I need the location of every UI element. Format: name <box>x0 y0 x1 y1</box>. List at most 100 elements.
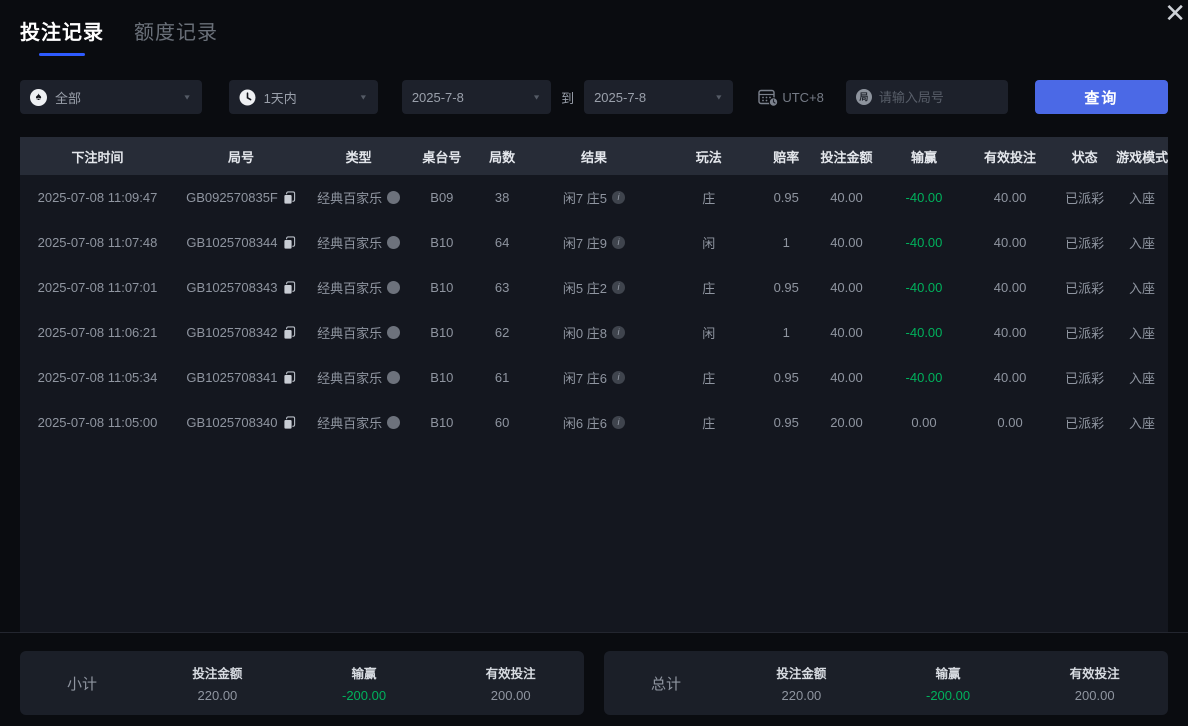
date-to-select[interactable]: 2025-7-8 ▼ <box>584 80 734 114</box>
clock-icon <box>239 89 256 105</box>
copy-icon[interactable] <box>283 235 296 250</box>
cell-bet-amount: 40.00 <box>830 190 863 205</box>
info-icon[interactable]: i <box>611 416 625 429</box>
cell-valid-bet: 40.00 <box>993 280 1027 295</box>
col-header-result: 结果 <box>580 149 607 165</box>
cell-status: 已派彩 <box>1065 281 1105 296</box>
filter-bar: ♠ 全部 ▼ 1天内 ▼ 2025-7-8 ▼ 到 2025-7-8 ▼ UTC… <box>20 80 1168 114</box>
chevron-down-icon: ▼ <box>532 93 542 101</box>
cell-game-type: 经典百家乐 <box>307 323 410 342</box>
cell-win-loss: -40.00 <box>905 325 943 340</box>
chevron-down-icon: ▼ <box>358 93 368 101</box>
tab-betting-records[interactable]: 投注记录 <box>20 16 104 56</box>
chevron-down-icon: ▼ <box>182 93 192 101</box>
time-range-select[interactable]: 1天内 ▼ <box>228 80 378 114</box>
timezone-label: UTC+8 <box>782 89 824 105</box>
betting-records-table: 下注时间 局号 类型 桌台号 局数 结果 玩法 赔率 投注金额 输赢 有效投注 … <box>20 137 1168 632</box>
cell-valid-bet: 40.00 <box>993 370 1027 385</box>
cell-table-no: B09 <box>430 190 454 205</box>
copy-icon[interactable] <box>283 190 296 205</box>
cell-odds: 0.95 <box>773 280 799 295</box>
info-icon[interactable]: i <box>611 326 625 339</box>
cell-result: 闲7 庄6 i <box>531 368 657 387</box>
table-row: 2025-07-08 11:09:47 GB092570835F 经典百家乐 B… <box>20 175 1168 220</box>
col-header-valid-bet: 有效投注 <box>984 149 1037 165</box>
cell-round-id: GB092570835F <box>175 190 307 205</box>
copy-icon[interactable] <box>283 280 296 295</box>
cell-bet-time: 2025-07-08 11:05:00 <box>37 415 158 430</box>
copy-icon[interactable] <box>283 415 296 430</box>
date-from-value: 2025-7-8 <box>411 89 464 105</box>
copy-icon[interactable] <box>283 325 296 340</box>
table-row: 2025-07-08 11:05:00 GB1025708340 经典百家乐 B… <box>20 400 1168 445</box>
info-icon[interactable]: i <box>611 371 625 384</box>
spade-icon: ♠ <box>30 88 47 106</box>
col-header-status: 状态 <box>1071 149 1098 165</box>
cell-table-no: B10 <box>430 370 454 385</box>
subtotal-valid-bet: 有效投注 200.00 <box>485 667 536 703</box>
total-valid-bet: 有效投注 200.00 <box>1069 667 1120 703</box>
tab-quota-records[interactable]: 额度记录 <box>134 16 218 56</box>
cell-status: 已派彩 <box>1065 371 1105 386</box>
cell-odds: 1 <box>782 235 790 250</box>
cell-round-no: 64 <box>494 235 510 250</box>
cell-play: 庄 <box>702 416 716 431</box>
cell-bet-time: 2025-07-08 11:05:34 <box>37 370 158 385</box>
total-win-loss: 输赢 -200.00 <box>925 667 971 703</box>
cell-valid-bet: 40.00 <box>993 235 1027 250</box>
search-button[interactable]: 查询 <box>1034 80 1168 114</box>
cell-status: 已派彩 <box>1065 416 1105 431</box>
tabs: 投注记录 额度记录 <box>0 0 1188 56</box>
subtotal-bet-amount: 投注金额 220.00 <box>192 667 243 703</box>
table-header: 下注时间 局号 类型 桌台号 局数 结果 玩法 赔率 投注金额 输赢 有效投注 … <box>20 137 1168 175</box>
close-icon[interactable]: ✕ <box>1158 0 1188 32</box>
cell-round-id: GB1025708340 <box>175 415 307 430</box>
cell-game-mode: 入座 <box>1129 416 1156 431</box>
cell-round-no: 61 <box>494 370 510 385</box>
cell-win-loss: -40.00 <box>905 235 943 250</box>
cell-round-id: GB1025708344 <box>175 235 307 250</box>
cell-bet-time: 2025-07-08 11:09:47 <box>37 190 158 205</box>
info-icon[interactable]: i <box>611 281 625 294</box>
game-logo-icon <box>387 191 401 204</box>
cell-valid-bet: 40.00 <box>993 190 1027 205</box>
cell-table-no: B10 <box>430 325 454 340</box>
cell-game-mode: 入座 <box>1129 281 1156 296</box>
info-icon[interactable]: i <box>611 236 625 249</box>
table-row: 2025-07-08 11:07:01 GB1025708343 经典百家乐 B… <box>20 265 1168 310</box>
cell-odds: 0.95 <box>773 370 799 385</box>
cell-round-id: GB1025708341 <box>175 370 307 385</box>
cell-result: 闲7 庄9 i <box>531 233 657 252</box>
subtotal-box: 小计 投注金额 220.00 输赢 -200.00 有效投注 200.00 <box>20 651 584 715</box>
time-range-value: 1天内 <box>263 90 297 106</box>
total-label: 总计 <box>651 675 682 693</box>
cell-bet-amount: 40.00 <box>830 370 863 385</box>
summary-footer: 小计 投注金额 220.00 输赢 -200.00 有效投注 200.00 总计… <box>0 632 1188 715</box>
copy-icon[interactable] <box>283 370 296 385</box>
cell-play: 闲 <box>702 326 716 341</box>
col-header-win-loss: 输赢 <box>910 149 937 165</box>
cell-status: 已派彩 <box>1065 191 1105 206</box>
timezone-indicator: UTC+8 <box>758 88 824 107</box>
table-row: 2025-07-08 11:06:21 GB1025708342 经典百家乐 B… <box>20 310 1168 355</box>
cell-table-no: B10 <box>430 280 454 295</box>
cell-odds: 1 <box>782 325 790 340</box>
cell-game-type: 经典百家乐 <box>307 233 410 252</box>
cell-result: 闲0 庄8 i <box>531 323 657 342</box>
cell-round-id: GB1025708342 <box>175 325 307 340</box>
round-number-input[interactable] <box>878 89 998 105</box>
game-type-select[interactable]: ♠ 全部 ▼ <box>20 80 202 114</box>
chevron-down-icon: ▼ <box>714 93 724 101</box>
cell-round-no: 62 <box>494 325 510 340</box>
total-bet-amount: 投注金额 220.00 <box>776 667 827 703</box>
cell-play: 闲 <box>702 236 716 251</box>
cell-table-no: B10 <box>430 235 454 250</box>
cell-status: 已派彩 <box>1065 236 1105 251</box>
col-header-bet-amount: 投注金额 <box>820 149 873 165</box>
date-from-select[interactable]: 2025-7-8 ▼ <box>401 80 552 114</box>
info-icon[interactable]: i <box>611 191 625 204</box>
cell-round-no: 38 <box>494 190 510 205</box>
cell-bet-amount: 20.00 <box>830 415 863 430</box>
cell-play: 庄 <box>702 281 716 296</box>
date-to-value: 2025-7-8 <box>594 89 647 105</box>
